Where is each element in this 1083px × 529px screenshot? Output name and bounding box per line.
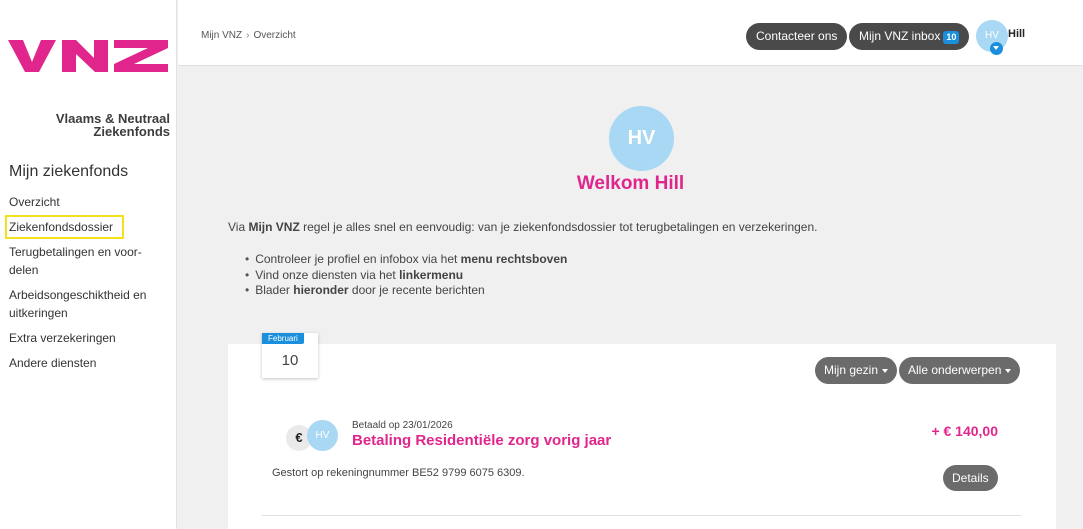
- bullet-bold: hieronder: [293, 283, 349, 297]
- message-amount: + € 140,00: [931, 423, 998, 439]
- date-day: 10: [281, 352, 299, 369]
- breadcrumb-item-home[interactable]: Mijn VNZ: [201, 30, 242, 41]
- welcome-title: Welkom Hill: [576, 173, 685, 194]
- logo-text: Vlaams & Neutraal Ziekenfonds: [8, 112, 170, 138]
- caret-down-icon: [882, 368, 889, 373]
- inbox-button[interactable]: Mijn VNZ inbox 10: [849, 23, 970, 50]
- date-badge: Februari 10: [262, 333, 318, 378]
- sidebar-nav: Overzicht Ziekenfondsdossier Terugbetali…: [5, 193, 169, 379]
- topics-filter-dropdown[interactable]: Alle onderwerpen: [899, 357, 1021, 384]
- welcome-avatar: HV: [609, 106, 674, 171]
- bullet-text: door je recente berichten: [348, 283, 485, 297]
- message-avatar: HV: [307, 420, 338, 451]
- inbox-count-badge: 10: [943, 31, 960, 44]
- chevron-down-icon[interactable]: [990, 42, 1003, 55]
- intro-text-post: regel je alles snel en eenvoudig: van je…: [299, 220, 818, 234]
- intro-text-bold: Mijn VNZ: [248, 220, 300, 234]
- vnz-logo-mark: [8, 40, 168, 72]
- sidebar-item-andere-diensten[interactable]: Andere diensten: [9, 354, 169, 372]
- bullet-bold: menu rechtsboven: [460, 252, 568, 266]
- inbox-label: Mijn VNZ inbox: [859, 29, 941, 43]
- bullet-text: Blader: [255, 283, 294, 297]
- message-title-link[interactable]: Betaling Residentiële zorg vorig jaar: [352, 432, 611, 449]
- details-button[interactable]: Details: [943, 465, 998, 491]
- bullet-text: Controleer je profiel en infobox via het: [255, 252, 461, 266]
- family-filter-dropdown[interactable]: Mijn gezin: [815, 357, 898, 384]
- bullet-text: Vind onze diensten via het: [255, 267, 400, 282]
- breadcrumb: Mijn VNZ › Overzicht: [201, 30, 296, 41]
- top-header: Mijn VNZ › Overzicht Contacteer ons Mijn V…: [178, 0, 1083, 66]
- intro-text: Via Mijn VNZ regel je alles snel en eenv…: [228, 220, 817, 234]
- message-meta: Betaald op 23/01/2026: [352, 420, 453, 431]
- contact-button[interactable]: Contacteer ons: [746, 23, 848, 50]
- sidebar-item-terugbetalingen[interactable]: Terugbetalingen en voor-delen: [9, 243, 169, 279]
- sidebar-item-extra-verzekeringen[interactable]: Extra verzekeringen: [9, 329, 169, 347]
- date-month: Februari: [262, 333, 304, 344]
- user-name[interactable]: Hill: [1008, 28, 1025, 40]
- sidebar-title: Mijn ziekenfonds: [9, 163, 129, 180]
- bullet-item: Controleer je profiel en infobox via het…: [245, 252, 567, 268]
- intro-text-pre: Via: [228, 220, 249, 234]
- vnz-logo[interactable]: Vlaams & Neutraal Ziekenfonds: [8, 40, 170, 138]
- breadcrumb-separator-icon: ›: [246, 30, 250, 41]
- topics-filter-label: Alle onderwerpen: [908, 363, 1002, 377]
- caret-down-icon: [1005, 368, 1012, 373]
- bullet-item: Vind onze diensten via het linkermenu: [245, 268, 567, 284]
- sidebar-item-overzicht[interactable]: Overzicht: [9, 193, 169, 211]
- bullet-bold: linkermenu: [399, 267, 464, 282]
- family-filter-label: Mijn gezin: [824, 363, 879, 377]
- message-text: Gestort op rekeningnummer BE52 9799 6075…: [272, 467, 525, 479]
- sidebar-item-ziekenfondsdossier[interactable]: Ziekenfondsdossier: [5, 215, 124, 239]
- logo-line-2: Ziekenfonds: [93, 124, 170, 139]
- sidebar: Vlaams & Neutraal Ziekenfonds Mijn zieke…: [0, 0, 177, 529]
- intro-bullets: Controleer je profiel en infobox via het…: [245, 252, 567, 299]
- divider: [262, 515, 1022, 516]
- sidebar-item-arbeidsongeschiktheid[interactable]: Arbeidsongeschiktheid en uitkeringen: [9, 286, 169, 322]
- breadcrumb-item-current: Overzicht: [253, 30, 296, 41]
- bullet-item: Blader hieronder door je recente bericht…: [245, 283, 567, 299]
